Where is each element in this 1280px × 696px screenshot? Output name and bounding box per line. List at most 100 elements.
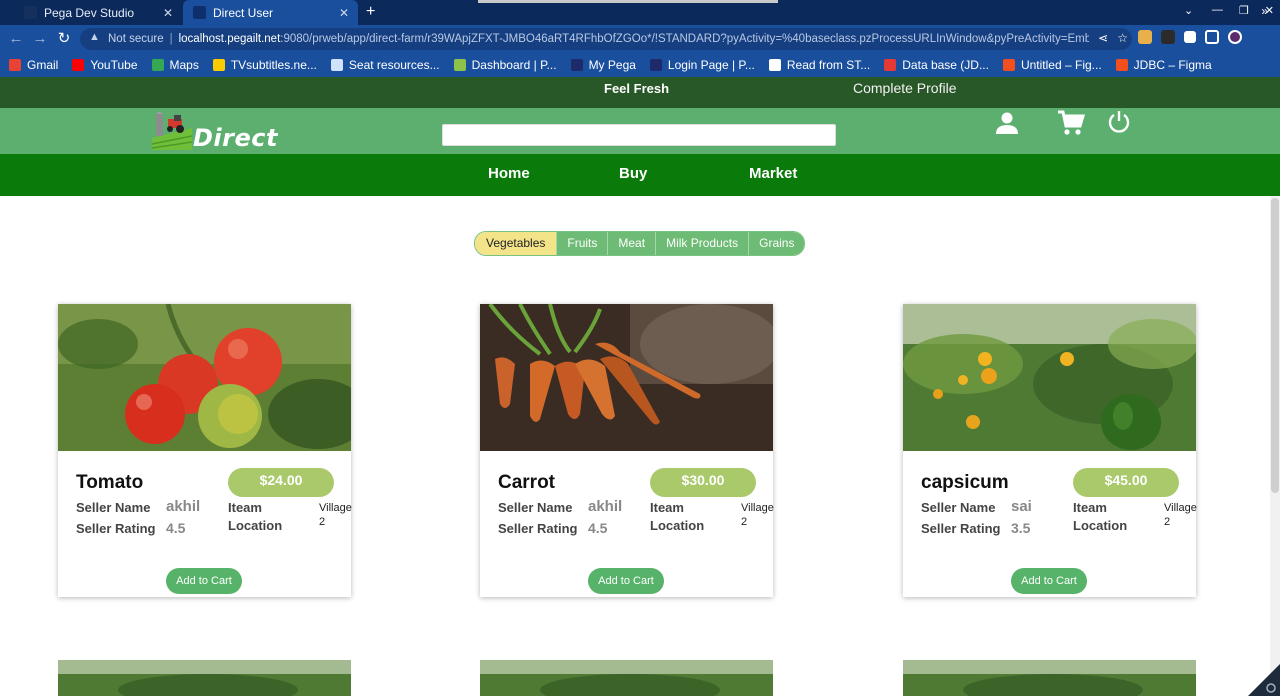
seller-name-value: akhil xyxy=(588,498,623,515)
forward-arrow-icon[interactable]: → xyxy=(31,30,49,48)
seller-rating-label: Seller Rating xyxy=(76,521,156,536)
seat-icon xyxy=(330,59,343,71)
youtube-icon xyxy=(72,59,85,71)
bookmark-label: My Pega xyxy=(588,58,636,72)
location-line-1: Village xyxy=(1164,502,1197,514)
tab-grains[interactable]: Grains xyxy=(748,232,805,255)
bookmark-label: Seat resources... xyxy=(348,58,440,72)
product-card-capsicum: capsicum $45.00 Seller Name sai Seller R… xyxy=(903,304,1197,597)
dashboard-icon xyxy=(453,59,466,71)
close-icon[interactable]: ✕ xyxy=(336,6,352,20)
window-notch xyxy=(478,0,778,3)
seller-name-label: Seller Name xyxy=(498,500,573,515)
share-icon[interactable]: ⋖ xyxy=(1098,31,1108,45)
extension-dark-icon[interactable] xyxy=(1161,30,1175,44)
tab-pega-dev-studio[interactable]: Pega Dev Studio ✕ xyxy=(14,0,182,25)
bookmark-label: Read from ST... xyxy=(786,58,871,72)
capsicum-photo xyxy=(903,304,1196,451)
bookmark-item[interactable]: Gmail xyxy=(9,58,58,72)
tab-fruits[interactable]: Fruits xyxy=(556,232,608,255)
star-icon[interactable]: ☆ xyxy=(1117,31,1128,45)
warning-icon xyxy=(89,31,100,45)
sidepanel-icon[interactable] xyxy=(1205,30,1219,44)
security-label: Not secure xyxy=(108,33,164,45)
close-icon[interactable]: ✕ xyxy=(160,6,176,20)
pega-icon xyxy=(193,6,206,19)
item-location-label-2: Location xyxy=(1073,518,1128,533)
add-to-cart-button[interactable]: Add to Cart xyxy=(166,568,242,594)
bookmark-label: YouTube xyxy=(90,58,138,72)
seller-rating-label: Seller Rating xyxy=(921,521,1001,536)
bookmark-item[interactable]: Data base (JD... xyxy=(884,58,989,72)
bookmark-item[interactable]: Maps xyxy=(151,58,199,72)
tab-search-chevron-icon[interactable]: ⌄ xyxy=(1184,4,1193,17)
bookmark-label: TVsubtitles.ne... xyxy=(230,58,317,72)
puzzle-icon[interactable] xyxy=(1184,31,1196,43)
tab-milk-products[interactable]: Milk Products xyxy=(655,232,749,255)
back-arrow-icon[interactable]: ← xyxy=(7,30,25,48)
bookmark-item[interactable]: JDBC – Figma xyxy=(1115,58,1212,72)
extension-paint-icon[interactable] xyxy=(1138,30,1152,44)
tab-vegetables[interactable]: Vegetables xyxy=(475,232,557,255)
bookmark-label: Gmail xyxy=(27,58,59,72)
power-icon[interactable] xyxy=(1106,109,1132,135)
url-text[interactable]: localhost.pegailt.net:9080/prweb/app/dir… xyxy=(179,33,1089,45)
location-line-1: Village xyxy=(319,502,352,514)
tab-direct-user[interactable]: Direct User ✕ xyxy=(183,0,358,25)
bookmark-item[interactable]: Dashboard | P... xyxy=(453,58,557,72)
product-card-tomato: Tomato $24.00 Seller Name akhil Seller R… xyxy=(58,304,352,597)
cart-icon[interactable] xyxy=(1056,109,1086,137)
address-bar[interactable]: Not secure | localhost.pegailt.net:9080/… xyxy=(80,28,1132,50)
gear-icon[interactable] xyxy=(1244,664,1280,696)
minimize-icon[interactable]: — xyxy=(1212,4,1223,17)
bookmark-label: Login Page | P... xyxy=(667,58,755,72)
new-tab-button[interactable]: + xyxy=(366,3,375,21)
nav-market[interactable]: Market xyxy=(749,165,797,182)
scrollbar-thumb[interactable] xyxy=(1271,198,1279,493)
gmail-icon xyxy=(9,59,21,71)
tab-meat[interactable]: Meat xyxy=(607,232,656,255)
complete-profile-link[interactable]: Complete Profile xyxy=(853,80,957,96)
bookmark-item[interactable]: TVsubtitles.ne... xyxy=(212,58,317,72)
nav-home[interactable]: Home xyxy=(488,165,530,182)
price-badge: $24.00 xyxy=(228,468,334,497)
bookmark-item[interactable]: Untitled – Fig... xyxy=(1002,58,1102,72)
item-location-label-2: Location xyxy=(228,518,283,533)
product-photo-partial xyxy=(58,660,351,696)
reload-icon[interactable]: ↻ xyxy=(55,30,73,48)
bookmarks-more-icon[interactable]: » xyxy=(1261,4,1268,18)
location-line-1: Village xyxy=(741,502,774,514)
bookmark-item[interactable]: Seat resources... xyxy=(330,58,440,72)
restore-icon[interactable]: ❐ xyxy=(1239,4,1249,17)
search-input[interactable] xyxy=(442,124,836,146)
bookmark-label: Dashboard | P... xyxy=(471,58,557,72)
browser-toolbar: ← → ↻ Not secure | localhost.pegailt.net… xyxy=(0,25,1280,53)
extension-icons xyxy=(1138,30,1242,44)
brand-name: Direct xyxy=(193,124,278,152)
tab-title: Pega Dev Studio xyxy=(44,5,135,20)
bookmark-item[interactable]: Read from ST... xyxy=(768,58,871,72)
tv-icon xyxy=(212,59,225,71)
location-line-2: 2 xyxy=(741,516,748,528)
bookmark-item[interactable]: Login Page | P... xyxy=(649,58,755,72)
location-line-2: 2 xyxy=(319,516,326,528)
maps-icon xyxy=(151,59,164,71)
category-tabs: Vegetables Fruits Meat Milk Products Gra… xyxy=(474,231,806,256)
item-location-value: Village 2 xyxy=(319,501,352,529)
seller-name-value: sai xyxy=(1011,498,1032,515)
seller-rating-value: 4.5 xyxy=(166,520,186,536)
add-to-cart-button[interactable]: Add to Cart xyxy=(1011,568,1087,594)
bookmark-item[interactable]: YouTube xyxy=(72,58,138,72)
item-location-label-1: Iteam xyxy=(650,500,684,515)
nav-buy[interactable]: Buy xyxy=(619,165,647,182)
price-badge: $30.00 xyxy=(650,468,756,497)
seller-rating-value: 3.5 xyxy=(1011,520,1031,536)
add-to-cart-button[interactable]: Add to Cart xyxy=(588,568,664,594)
pega-icon xyxy=(570,59,583,71)
profile-avatar-icon[interactable] xyxy=(1228,30,1242,44)
user-icon[interactable] xyxy=(994,110,1020,136)
url-path: :9080/prweb/app/direct-farm/r39WApjZFXT-… xyxy=(280,33,1089,45)
database-icon xyxy=(884,59,897,71)
bookmark-label: Untitled – Fig... xyxy=(1020,58,1102,72)
bookmark-item[interactable]: My Pega xyxy=(570,58,636,72)
